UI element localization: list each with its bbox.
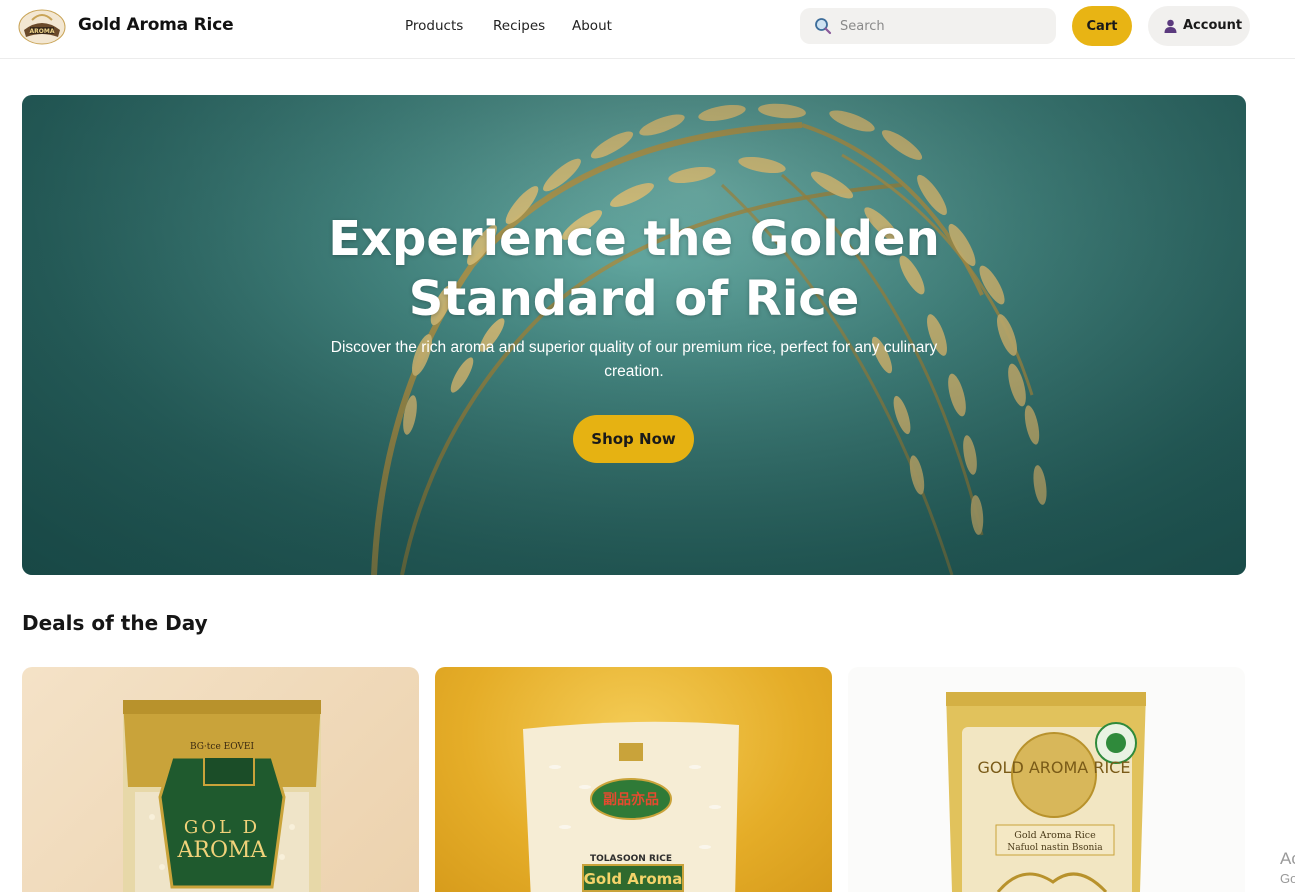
svg-text:GOL D: GOL D — [184, 817, 260, 838]
rice-bag-image: 副品亦品 TOLASOON RICE Gold Aroma — [523, 721, 739, 892]
search-icon — [815, 18, 832, 35]
svg-text:副品亦品: 副品亦品 — [603, 791, 659, 808]
nav-recipes[interactable]: Recipes — [493, 18, 545, 34]
brand-name[interactable]: Gold Aroma Rice — [78, 15, 234, 35]
hero-subtitle: Discover the rich aroma and superior qua… — [330, 339, 938, 380]
nav-products[interactable]: Products — [405, 18, 463, 34]
shop-now-button[interactable]: Shop Now — [573, 415, 694, 463]
rice-bag-image: GOLD AROMA RICE Gold Aroma Rice Nafuol n… — [946, 692, 1146, 892]
deal-card[interactable]: GOLD AROMA RICE Gold Aroma Rice Nafuol n… — [848, 667, 1245, 892]
svg-text:TOLASOON RICE: TOLASOON RICE — [590, 854, 672, 864]
svg-text:Nafuol nastin Bsonia: Nafuol nastin Bsonia — [1007, 843, 1103, 853]
site-header: AROMA Gold Aroma Rice Products Recipes A… — [0, 0, 1295, 59]
svg-text:Gold Aroma Rice: Gold Aroma Rice — [1014, 830, 1096, 841]
user-icon — [1164, 19, 1177, 33]
deal-card[interactable]: BG·tce EOVEI GOL D AROMA — [22, 667, 419, 892]
svg-text:GOLD AROMA RICE: GOLD AROMA RICE — [978, 758, 1131, 777]
search-bar[interactable] — [800, 8, 1056, 44]
search-input[interactable] — [840, 8, 1040, 44]
hero-banner: Experience the Golden Standard of Rice D… — [22, 95, 1246, 575]
nav-about[interactable]: About — [572, 18, 612, 34]
rice-bag-image: BG·tce EOVEI GOL D AROMA — [123, 700, 321, 892]
edge-clipped-text: Ac — [1280, 849, 1295, 868]
cart-button[interactable]: Cart — [1072, 6, 1132, 46]
deals-section-title: Deals of the Day — [22, 611, 208, 635]
edge-clipped-text: Go — [1280, 871, 1295, 886]
hero-title: Experience the Golden Standard of Rice — [328, 211, 940, 327]
deal-card[interactable]: 副品亦品 TOLASOON RICE Gold Aroma — [435, 667, 832, 892]
svg-text:AROMA: AROMA — [177, 838, 268, 863]
account-button[interactable]: Account — [1148, 6, 1250, 46]
brand-logo-icon[interactable]: AROMA — [18, 6, 66, 46]
svg-text:Gold Aroma: Gold Aroma — [584, 870, 683, 888]
svg-text:BG·tce EOVEI: BG·tce EOVEI — [190, 742, 255, 752]
account-label: Account — [1183, 18, 1243, 33]
rice-stalk-illustration — [22, 95, 1246, 575]
svg-text:AROMA: AROMA — [30, 28, 55, 35]
